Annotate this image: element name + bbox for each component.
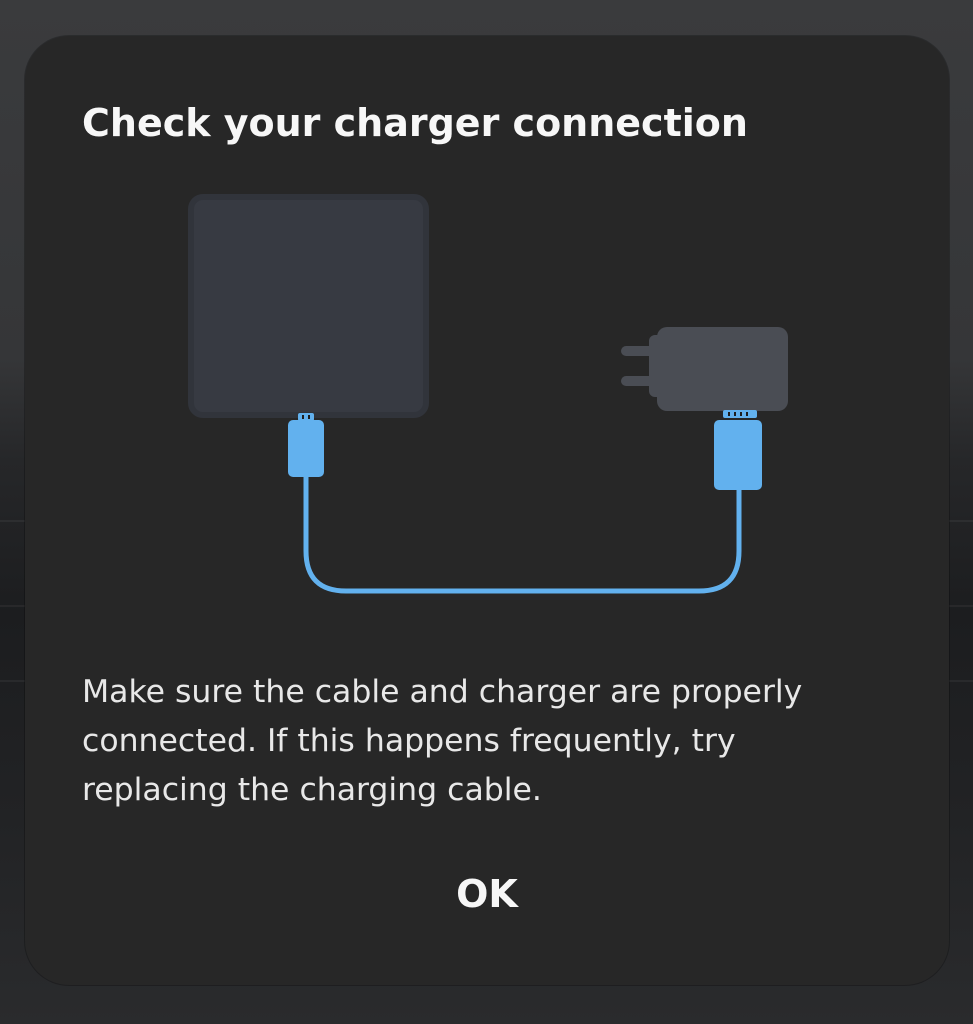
charger-connection-dialog: Check your charger connection Make sure … — [25, 36, 949, 985]
charging-cable-icon — [303, 473, 742, 594]
dialog-message: Make sure the cable and charger are prop… — [82, 674, 803, 808]
phone-icon — [188, 194, 429, 418]
dialog-title: Check your charger connection — [82, 101, 748, 145]
ok-button[interactable]: OK — [417, 859, 557, 929]
usb-c-connector-icon — [288, 413, 324, 477]
charging-illustration — [188, 194, 788, 594]
wall-charger-icon — [621, 327, 788, 490]
